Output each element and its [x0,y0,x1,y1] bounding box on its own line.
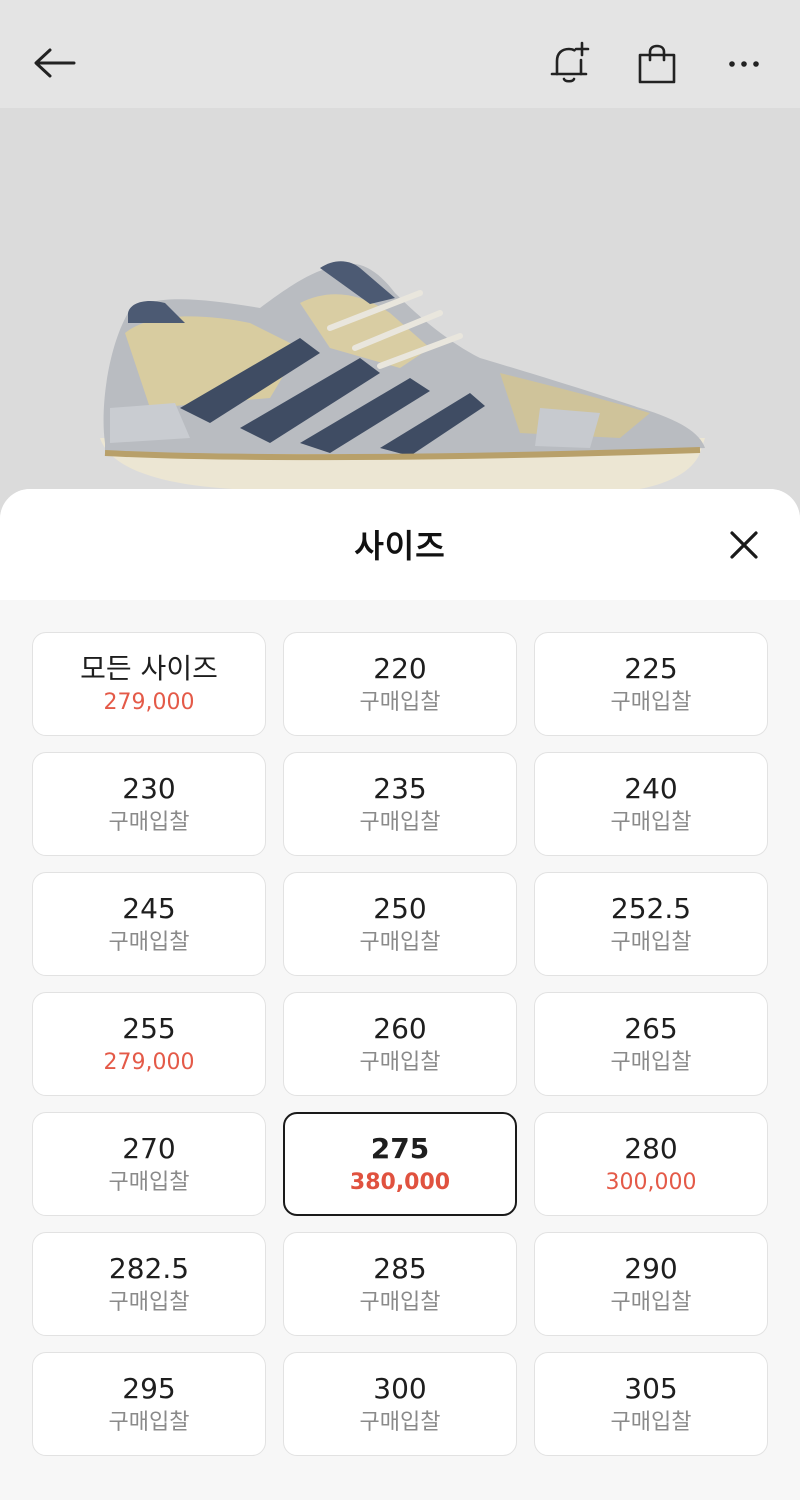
size-price: 279,000 [103,1049,195,1075]
back-button[interactable] [30,40,78,88]
size-label: 245 [122,891,176,925]
size-option[interactable]: 305 구매입찰 [534,1352,768,1456]
size-option[interactable]: 282.5 구매입찰 [32,1232,266,1336]
size-label: 235 [373,771,427,805]
sheet-header: 사이즈 [0,489,800,600]
buy-bid-label: 구매입찰 [610,1409,692,1435]
bell-plus-icon [550,41,590,83]
size-label: 240 [624,771,678,805]
size-label: 220 [373,651,427,685]
size-option[interactable]: 240 구매입찰 [534,752,768,856]
shopping-bag-button[interactable] [633,40,681,88]
size-option[interactable]: 255 279,000 [32,992,266,1096]
size-bottom-sheet: 사이즈 모든 사이즈 279,000 220 구매입찰 225 구매입찰 230 구매입찰 23… [0,489,800,1500]
buy-bid-label: 구매입찰 [610,689,692,715]
more-horizontal-icon [729,61,759,67]
arrow-left-icon [34,48,76,78]
buy-bid-label: 구매입찰 [359,689,441,715]
buy-bid-label: 구매입찰 [359,1289,441,1315]
size-label: 255 [122,1011,176,1045]
size-option[interactable]: 220 구매입찰 [283,632,517,736]
size-label: 300 [373,1371,427,1405]
more-options-button[interactable] [720,40,768,88]
shopping-bag-icon [638,44,676,84]
buy-bid-label: 구매입찰 [108,929,190,955]
buy-bid-label: 구매입찰 [359,929,441,955]
size-option[interactable]: 252.5 구매입찰 [534,872,768,976]
size-option[interactable]: 모든 사이즈 279,000 [32,632,266,736]
size-option[interactable]: 270 구매입찰 [32,1112,266,1216]
size-label: 260 [373,1011,427,1045]
price-alert-button[interactable] [545,40,593,88]
size-label: 250 [373,891,427,925]
buy-bid-label: 구매입찰 [610,809,692,835]
size-label: 305 [624,1371,678,1405]
size-price: 300,000 [605,1169,697,1195]
buy-bid-label: 구매입찰 [610,1289,692,1315]
size-label: 295 [122,1371,176,1405]
size-option-selected[interactable]: 275 380,000 [283,1112,517,1216]
buy-bid-label: 구매입찰 [610,1049,692,1075]
sneaker-image [100,261,706,493]
size-option[interactable]: 250 구매입찰 [283,872,517,976]
size-option[interactable]: 295 구매입찰 [32,1352,266,1456]
size-option[interactable]: 230 구매입찰 [32,752,266,856]
size-option[interactable]: 235 구매입찰 [283,752,517,856]
size-price: 380,000 [349,1169,451,1195]
size-option[interactable]: 300 구매입찰 [283,1352,517,1456]
size-option[interactable]: 280 300,000 [534,1112,768,1216]
size-option[interactable]: 285 구매입찰 [283,1232,517,1336]
close-icon [730,531,758,559]
buy-bid-label: 구매입찰 [610,929,692,955]
size-label: 282.5 [108,1251,190,1285]
buy-bid-label: 구매입찰 [359,809,441,835]
size-label: 285 [373,1251,427,1285]
size-label: 280 [624,1131,678,1165]
top-nav-bar [0,0,800,108]
size-option[interactable]: 225 구매입찰 [534,632,768,736]
size-label: 270 [122,1131,176,1165]
size-option[interactable]: 265 구매입찰 [534,992,768,1096]
size-label: 225 [624,651,678,685]
buy-bid-label: 구매입찰 [108,1289,190,1315]
buy-bid-label: 구매입찰 [359,1409,441,1435]
buy-bid-label: 구매입찰 [108,1409,190,1435]
sheet-title: 사이즈 [354,527,446,565]
size-label: 275 [370,1131,430,1165]
buy-bid-label: 구매입찰 [359,1049,441,1075]
product-image [0,108,800,508]
size-label: 모든 사이즈 [80,651,218,685]
buy-bid-label: 구매입찰 [108,809,190,835]
size-label: 230 [122,771,176,805]
size-option[interactable]: 245 구매입찰 [32,872,266,976]
size-label: 252.5 [610,891,692,925]
close-button[interactable] [724,525,764,565]
size-option[interactable]: 260 구매입찰 [283,992,517,1096]
buy-bid-label: 구매입찰 [108,1169,190,1195]
size-grid: 모든 사이즈 279,000 220 구매입찰 225 구매입찰 230 구매입찰 235 구매입… [32,632,768,1456]
size-price: 279,000 [103,689,195,715]
size-label: 265 [624,1011,678,1045]
size-option[interactable]: 290 구매입찰 [534,1232,768,1336]
size-label: 290 [624,1251,678,1285]
